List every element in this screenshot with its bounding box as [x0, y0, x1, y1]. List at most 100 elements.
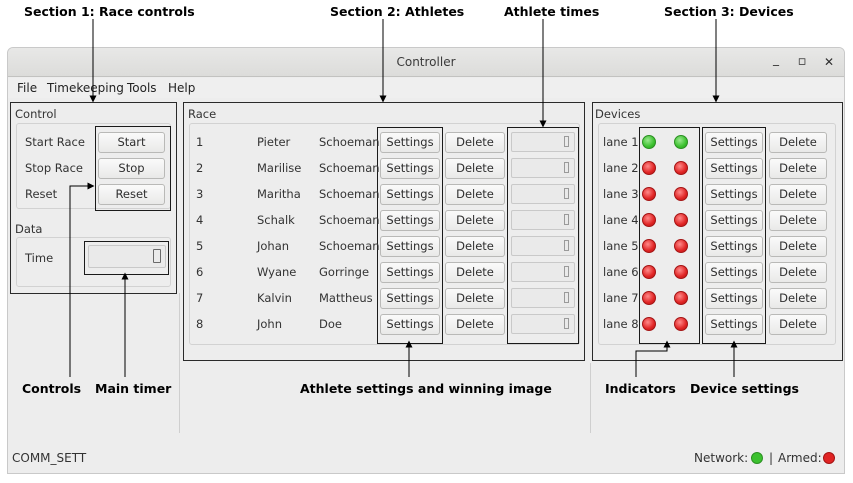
athlete-last-name: Schoeman: [319, 239, 380, 253]
athlete-settings-button[interactable]: Settings: [380, 314, 440, 335]
armed-label: Armed:: [778, 451, 822, 465]
athlete-delete-button[interactable]: Delete: [445, 262, 505, 283]
athlete-first-name: Maritha: [257, 187, 301, 201]
race-group-label: Race: [188, 107, 217, 121]
annotation-main-timer: Main timer: [95, 381, 172, 396]
athlete-delete-button[interactable]: Delete: [445, 210, 505, 231]
lane-indicator-led: [642, 213, 656, 227]
athlete-first-name: Johan: [257, 239, 290, 253]
annotation-section3: Section 3: Devices: [664, 4, 794, 19]
lane-indicator-led: [642, 317, 656, 331]
lane-indicator-led: [674, 161, 688, 175]
athlete-last-name: Schoeman: [319, 187, 380, 201]
athlete-delete-button[interactable]: Delete: [445, 184, 505, 205]
athlete-settings-button[interactable]: Settings: [380, 132, 440, 153]
time-digit: [564, 240, 569, 251]
athlete-settings-button[interactable]: Settings: [380, 184, 440, 205]
stop-race-label: Stop Race: [25, 161, 83, 175]
device-delete-button[interactable]: Delete: [769, 132, 827, 153]
athlete-number: 1: [196, 135, 204, 149]
menu-bar: File Timekeeping Tools Help: [8, 78, 844, 98]
minimize-icon[interactable]: _: [768, 51, 784, 67]
athlete-delete-button[interactable]: Delete: [445, 288, 505, 309]
network-label: Network:: [694, 451, 749, 465]
stop-button[interactable]: Stop: [98, 158, 165, 179]
device-settings-button[interactable]: Settings: [705, 288, 763, 309]
reset-label: Reset: [25, 187, 58, 201]
device-delete-button[interactable]: Delete: [769, 288, 827, 309]
lane-indicator-led: [674, 187, 688, 201]
lane-indicator-led: [674, 135, 688, 149]
main-timer-display: [88, 245, 166, 268]
athlete-first-name: Pieter: [257, 135, 291, 149]
time-digit: [564, 318, 569, 329]
devices-group-label: Devices: [595, 107, 641, 121]
athlete-time-display: [511, 262, 575, 282]
menu-tools[interactable]: Tools: [127, 81, 157, 95]
lane-label: lane 4: [603, 213, 639, 227]
athlete-first-name: Kalvin: [257, 291, 292, 305]
device-settings-button[interactable]: Settings: [705, 314, 763, 335]
annotation-controls: Controls: [22, 381, 82, 396]
device-delete-button[interactable]: Delete: [769, 314, 827, 335]
athlete-number: 5: [196, 239, 204, 253]
lane-label: lane 7: [603, 291, 639, 305]
device-delete-button[interactable]: Delete: [769, 158, 827, 179]
lane-indicator-led: [642, 161, 656, 175]
time-digit: [564, 162, 569, 173]
athlete-settings-button[interactable]: Settings: [380, 288, 440, 309]
lane-label: lane 3: [603, 187, 639, 201]
athlete-settings-button[interactable]: Settings: [380, 236, 440, 257]
athlete-delete-button[interactable]: Delete: [445, 132, 505, 153]
athlete-number: 2: [196, 161, 204, 175]
athlete-settings-button[interactable]: Settings: [380, 210, 440, 231]
menu-file[interactable]: File: [17, 81, 37, 95]
athlete-number: 6: [196, 265, 204, 279]
lane-label: lane 5: [603, 239, 639, 253]
lane-label: lane 8: [603, 317, 639, 331]
status-separator: |: [769, 451, 774, 465]
device-delete-button[interactable]: Delete: [769, 210, 827, 231]
start-button[interactable]: Start: [98, 132, 165, 153]
device-settings-button[interactable]: Settings: [705, 158, 763, 179]
device-settings-button[interactable]: Settings: [705, 236, 763, 257]
athlete-settings-button[interactable]: Settings: [380, 158, 440, 179]
lane-indicator-led: [642, 291, 656, 305]
annotation-indicators: Indicators: [605, 381, 676, 396]
athlete-last-name: Schoeman: [319, 213, 380, 227]
lane-indicator-led: [674, 265, 688, 279]
athlete-delete-button[interactable]: Delete: [445, 314, 505, 335]
close-icon[interactable]: ✕: [821, 54, 837, 70]
maximize-icon[interactable]: ▫: [794, 54, 810, 70]
device-settings-button[interactable]: Settings: [705, 262, 763, 283]
time-digit: [564, 136, 569, 147]
athlete-settings-button[interactable]: Settings: [380, 262, 440, 283]
device-settings-button[interactable]: Settings: [705, 210, 763, 231]
athlete-delete-button[interactable]: Delete: [445, 236, 505, 257]
athlete-number: 7: [196, 291, 204, 305]
annotation-section2: Section 2: Athletes: [330, 4, 465, 19]
lane-indicator-led: [674, 291, 688, 305]
athlete-time-display: [511, 184, 575, 204]
athlete-delete-button[interactable]: Delete: [445, 158, 505, 179]
athlete-time-display: [511, 314, 575, 334]
controller-window: Controller _ ▫ ✕ File Timekeeping Tools …: [7, 47, 845, 474]
athlete-last-name: Doe: [319, 317, 342, 331]
window-title: Controller: [396, 55, 456, 69]
status-bar: COMM_SETT Network: | Armed:: [8, 447, 844, 473]
lane-indicator-led: [642, 239, 656, 253]
time-digit: [564, 292, 569, 303]
device-settings-button[interactable]: Settings: [705, 132, 763, 153]
device-delete-button[interactable]: Delete: [769, 184, 827, 205]
annotation-device-settings: Device settings: [690, 381, 799, 396]
menu-help[interactable]: Help: [168, 81, 195, 95]
lane-indicator-led: [642, 265, 656, 279]
athlete-time-display: [511, 132, 575, 152]
athlete-time-display: [511, 288, 575, 308]
device-delete-button[interactable]: Delete: [769, 262, 827, 283]
race-controls-section: Control Start Race Stop Race Reset Start…: [10, 102, 177, 294]
reset-button[interactable]: Reset: [98, 184, 165, 205]
device-delete-button[interactable]: Delete: [769, 236, 827, 257]
menu-timekeeping[interactable]: Timekeeping: [47, 81, 124, 95]
device-settings-button[interactable]: Settings: [705, 184, 763, 205]
